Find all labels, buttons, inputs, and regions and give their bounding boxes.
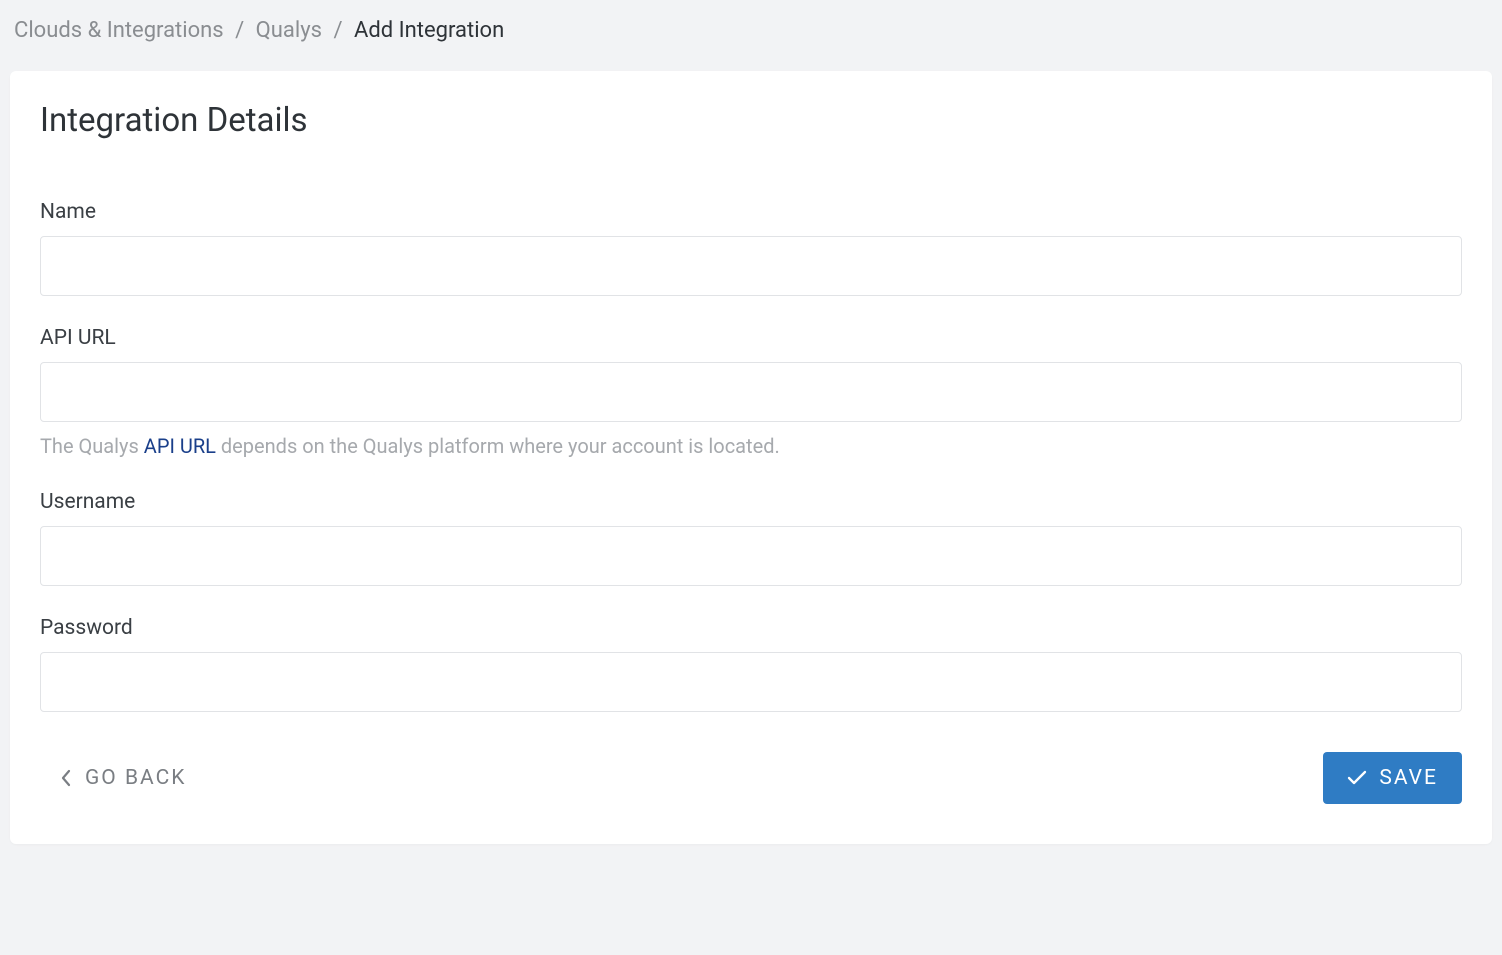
integration-card: Integration Details Name API URL The Qua… — [10, 71, 1492, 844]
name-input[interactable] — [40, 236, 1462, 296]
breadcrumb-separator: / — [235, 18, 244, 43]
form-group-api-url: API URL The Qualys API URL depends on th… — [40, 326, 1462, 460]
save-button[interactable]: SAVE — [1323, 752, 1462, 804]
page-title: Integration Details — [40, 101, 1462, 140]
api-url-input[interactable] — [40, 362, 1462, 422]
go-back-label: GO BACK — [85, 766, 186, 790]
form-group-username: Username — [40, 490, 1462, 586]
save-label: SAVE — [1379, 766, 1438, 790]
password-label: Password — [40, 616, 1462, 640]
api-url-help-text: The Qualys API URL depends on the Qualys… — [40, 432, 1462, 460]
name-label: Name — [40, 200, 1462, 224]
password-input[interactable] — [40, 652, 1462, 712]
username-label: Username — [40, 490, 1462, 514]
breadcrumb-link-qualys[interactable]: Qualys — [256, 18, 322, 43]
help-text-suffix: depends on the Qualys platform where you… — [216, 434, 780, 458]
breadcrumb-current: Add Integration — [354, 18, 504, 43]
breadcrumb: Clouds & Integrations / Qualys / Add Int… — [0, 0, 1502, 61]
username-input[interactable] — [40, 526, 1462, 586]
go-back-button[interactable]: GO BACK — [40, 756, 206, 800]
api-url-label: API URL — [40, 326, 1462, 350]
form-group-name: Name — [40, 200, 1462, 296]
api-url-help-link[interactable]: API URL — [144, 434, 216, 458]
check-icon — [1347, 770, 1367, 786]
breadcrumb-link-clouds-integrations[interactable]: Clouds & Integrations — [14, 18, 224, 43]
breadcrumb-separator: / — [333, 18, 342, 43]
chevron-left-icon — [60, 769, 71, 787]
button-row: GO BACK SAVE — [40, 752, 1462, 804]
form-group-password: Password — [40, 616, 1462, 712]
help-text-prefix: The Qualys — [40, 434, 144, 458]
